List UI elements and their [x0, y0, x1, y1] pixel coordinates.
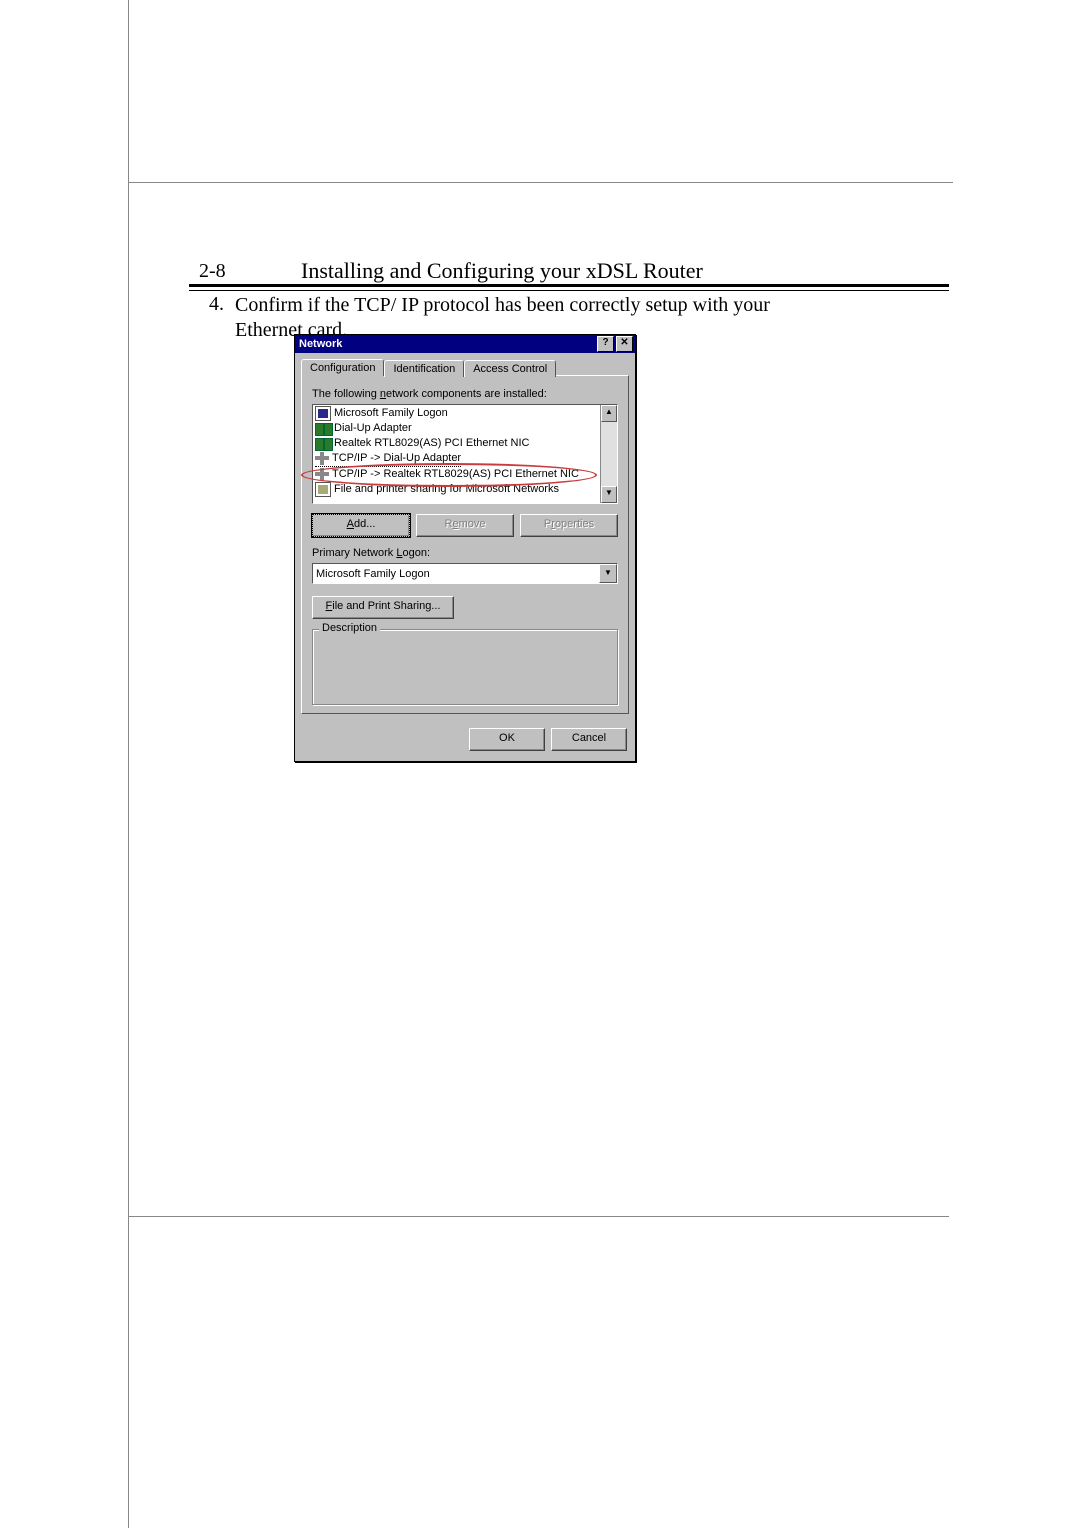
tab-access-control[interactable]: Access Control — [464, 360, 556, 377]
dialog-titlebar[interactable]: Network ? ✕ — [295, 335, 635, 353]
properties-button: Properties — [520, 514, 618, 537]
btn-label: Properties — [544, 518, 594, 530]
primary-logon-combo[interactable]: Microsoft Family Logon ▼ — [312, 563, 618, 584]
file-print-sharing-button[interactable]: File and Print Sharing... — [312, 596, 454, 619]
dialog-bottom-buttons: OK Cancel — [295, 720, 635, 761]
label-text: Primary Network — [312, 547, 396, 559]
list-item-label: TCP/IP -> Realtek RTL8029(AS) PCI Ethern… — [332, 467, 579, 482]
chevron-down-icon[interactable]: ▼ — [599, 564, 617, 583]
combo-value: Microsoft Family Logon — [316, 568, 430, 580]
scroll-up-button[interactable]: ▲ — [601, 405, 617, 422]
components-button-row: Add... Remove Properties — [312, 514, 618, 537]
help-button[interactable]: ? — [597, 336, 614, 352]
adapter-icon — [315, 423, 331, 434]
list-item-label: Microsoft Family Logon — [334, 406, 448, 421]
tab-strip: Configuration Identification Access Cont… — [301, 358, 629, 375]
network-dialog: Network ? ✕ Configuration Identification… — [294, 334, 636, 762]
list-item[interactable]: Dial-Up Adapter — [315, 421, 598, 436]
list-item[interactable]: File and printer sharing for Microsoft N… — [315, 482, 598, 497]
footer-rule — [129, 1216, 949, 1217]
btn-accel: A — [347, 518, 354, 530]
primary-logon-label: Primary Network Logon: — [312, 547, 618, 559]
list-item-label: TCP/IP -> Dial-Up Adapter — [332, 451, 461, 466]
components-listbox[interactable]: Microsoft Family Logon Dial-Up Adapter R… — [312, 404, 618, 504]
list-item[interactable]: Realtek RTL8029(AS) PCI Ethernet NIC — [315, 436, 598, 451]
btn-label: dd... — [354, 518, 375, 530]
list-item[interactable]: TCP/IP -> Dial-Up Adapter — [315, 451, 461, 467]
close-button[interactable]: ✕ — [616, 336, 633, 352]
label-text: The following — [312, 388, 380, 400]
document-page: 2-8 Installing and Configuring your xDSL… — [128, 0, 949, 1528]
client-icon — [315, 406, 331, 421]
btn-label: Remove — [445, 518, 486, 530]
page-number: 2-8 — [199, 260, 226, 283]
cancel-button[interactable]: Cancel — [551, 728, 627, 751]
dialog-title: Network — [299, 335, 342, 353]
groupbox-title: Description — [319, 622, 380, 634]
header-rule-thin — [189, 290, 949, 291]
listbox-scrollbar[interactable]: ▲ ▼ — [600, 405, 617, 503]
listbox-inner: Microsoft Family Logon Dial-Up Adapter R… — [313, 405, 600, 503]
tab-identification[interactable]: Identification — [384, 360, 464, 377]
add-button[interactable]: Add... — [312, 514, 410, 537]
list-item[interactable]: Microsoft Family Logon — [315, 406, 598, 421]
list-item[interactable]: TCP/IP -> Realtek RTL8029(AS) PCI Ethern… — [315, 467, 598, 482]
adapter-icon — [315, 438, 331, 449]
label-text: etwork components are installed: — [386, 388, 547, 400]
label-text: ogon: — [402, 547, 430, 559]
scroll-down-button[interactable]: ▼ — [601, 486, 617, 503]
list-item-label: File and printer sharing for Microsoft N… — [334, 482, 559, 497]
list-item-label: Realtek RTL8029(AS) PCI Ethernet NIC — [334, 436, 529, 451]
header-rule-thick — [189, 284, 949, 287]
remove-button: Remove — [416, 514, 514, 537]
list-item-label: Dial-Up Adapter — [334, 421, 412, 436]
ok-button[interactable]: OK — [469, 728, 545, 751]
description-groupbox: Description — [312, 629, 618, 705]
service-icon — [315, 482, 331, 497]
step-number: 4. — [209, 293, 224, 316]
btn-label: ile and Print Sharing... — [332, 600, 440, 612]
tab-configuration[interactable]: Configuration — [301, 359, 384, 376]
protocol-icon — [315, 452, 329, 465]
page-header: Installing and Configuring your xDSL Rou… — [301, 258, 703, 284]
protocol-icon — [315, 468, 329, 481]
tab-panel-configuration: The following network components are ins… — [301, 375, 629, 714]
components-label: The following network components are ins… — [312, 388, 618, 400]
